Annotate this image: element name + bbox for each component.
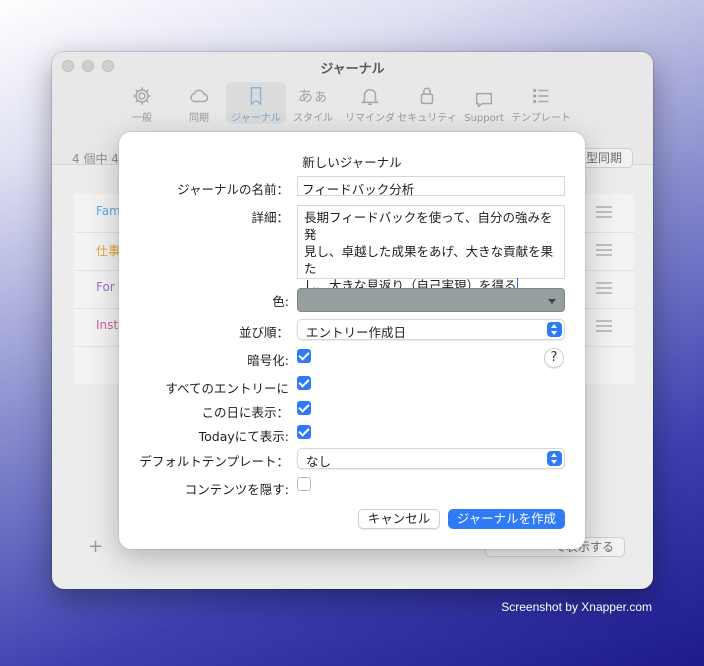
hamburger-icon[interactable] [596,206,612,218]
lock-icon [420,87,434,105]
hamburger-icon[interactable] [596,282,612,294]
tab-general[interactable]: 一般 [112,82,172,124]
preferences-toolbar: 一般 同期 ジャーナル あぁ スタイル リマインダ セキュリティ Support… [112,82,571,124]
all-entries-label: すべてのエントリーに [165,381,289,396]
journal-name: 仕事 [96,244,121,258]
bookmark-icon [250,87,262,106]
encrypt-checkbox[interactable] [297,349,311,363]
detail-label: 詳細： [251,210,289,225]
tab-style[interactable]: あぁ スタイル [283,82,343,124]
popup-stepper-icon [547,322,562,337]
hide-content-checkbox[interactable] [297,477,311,491]
tab-support-label: Support [464,113,504,124]
sort-order-value: エントリー作成日 [306,325,407,340]
new-journal-dialog: 新しいジャーナル ジャーナルの名前： フィードバック分析 詳細： 長期フィードバ… [119,132,585,549]
tab-sync-label: 同期 [189,113,209,124]
journal-name: Fam [96,204,121,218]
journal-name-input[interactable]: フィードバック分析 [297,176,565,197]
sort-order-select[interactable]: エントリー作成日 [297,319,565,340]
color-label: 色: [272,294,289,309]
on-this-day-checkbox[interactable] [297,401,311,415]
today-label: Todayにて表示: [198,429,289,444]
all-entries-checkbox[interactable] [297,376,311,390]
default-template-label: デフォルトテンプレート： [139,454,289,469]
journal-name-label: ジャーナルの名前： [177,182,289,197]
speech-bubble-icon [475,92,493,108]
tab-style-label: スタイル [293,113,333,124]
hamburger-icon[interactable] [596,320,612,332]
tab-template[interactable]: テンプレート [511,82,571,124]
help-button[interactable]: ? [544,348,564,368]
hide-content-label: コンテンツを隠す: [184,482,289,497]
tab-sync[interactable]: 同期 [169,82,229,124]
tab-support[interactable]: Support [454,82,514,124]
journal-name: Inst [96,318,119,332]
tab-journal[interactable]: ジャーナル [226,82,286,124]
sort-label: 並び順： [238,325,289,340]
add-journal-button[interactable]: + [88,536,103,557]
today-checkbox[interactable] [297,425,311,439]
cancel-button[interactable]: キャンセル [358,509,440,529]
create-journal-button[interactable]: ジャーナルを作成 [448,509,565,529]
default-template-select[interactable]: なし [297,448,565,469]
tab-security[interactable]: セキュリティ [397,82,457,124]
tab-security-label: セキュリティ [397,113,457,124]
default-template-value: なし [306,454,332,469]
detail-textarea[interactable]: 長期フィードバックを使って、自分の強みを発 見し、卓越した成果をあげ、大きな貢献… [297,205,565,293]
tab-template-label: テンプレート [511,113,571,124]
window-title: ジャーナル [320,62,385,77]
tab-reminder-label: リマインダ [345,113,395,124]
tab-general-label: 一般 [132,113,152,124]
tab-reminder[interactable]: リマインダ [340,82,400,124]
tab-journal-label: ジャーナル [231,113,281,124]
gear-icon [133,87,151,105]
hamburger-icon[interactable] [596,244,612,256]
color-picker[interactable] [297,288,565,312]
bell-icon [360,88,380,105]
watermark-text: Screenshot by Xnapper.com [501,600,652,614]
journal-name: For [96,280,115,294]
dialog-title: 新しいジャーナル [302,155,402,170]
on-this-day-label: この日に表示： [201,405,289,420]
encrypt-label: 暗号化: [247,353,289,368]
popup-stepper-icon [547,451,562,466]
dropdown-arrow-icon [548,299,556,304]
list-icon [532,88,549,104]
cloud-icon [190,89,209,103]
text-style-icon: あぁ [297,87,328,105]
